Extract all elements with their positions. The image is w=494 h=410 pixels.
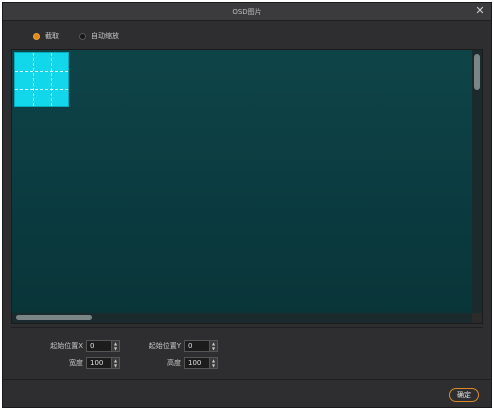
spin-down-icon[interactable]: ▼ [210, 363, 217, 368]
mode-selector: 截取 自动缩放 [3, 21, 491, 49]
vertical-scrollbar[interactable] [472, 50, 482, 315]
dialog-footer: 确定 [3, 379, 491, 409]
spin-arrows: ▲ ▼ [209, 358, 217, 368]
start-x-spinbox[interactable]: ▲ ▼ [86, 340, 120, 352]
height-spinbox[interactable]: ▲ ▼ [184, 357, 218, 369]
start-y-input[interactable] [185, 341, 209, 351]
spin-arrows: ▲ ▼ [111, 341, 119, 351]
image-preview [11, 49, 483, 324]
scroll-corner [472, 313, 482, 323]
width-field: 宽度 ▲ ▼ [23, 357, 120, 369]
crop-parameters: 起始位置X ▲ ▼ 宽度 ▲ ▼ 起始位置Y [11, 327, 483, 377]
grid-line [33, 53, 34, 106]
start-x-input[interactable] [87, 341, 111, 351]
width-spinbox[interactable]: ▲ ▼ [86, 357, 120, 369]
start-y-spinbox[interactable]: ▲ ▼ [184, 340, 218, 352]
height-label: 高度 [167, 359, 181, 367]
radio-auto-scale-label: 自动缩放 [91, 32, 119, 40]
start-x-field: 起始位置X ▲ ▼ [23, 340, 120, 352]
ok-button[interactable]: 确定 [449, 388, 479, 402]
start-y-field: 起始位置Y ▲ ▼ [121, 340, 218, 352]
close-icon[interactable]: ✕ [473, 4, 487, 18]
start-y-label: 起始位置Y [148, 342, 181, 350]
height-input[interactable] [185, 358, 209, 368]
horizontal-scroll-thumb[interactable] [16, 315, 92, 320]
osd-image-dialog: OSD图片 ✕ 截取 自动缩放 起始位置X 0 ▲ ▼ 宽度 100 ▲ ▼ 起… [2, 2, 492, 408]
spin-down-icon[interactable]: ▼ [210, 346, 217, 351]
width-input[interactable] [87, 358, 111, 368]
spin-down-icon[interactable]: ▼ [112, 346, 119, 351]
radio-crop-label: 截取 [45, 32, 59, 40]
window-title: OSD图片 [232, 8, 262, 16]
horizontal-scrollbar[interactable] [12, 313, 474, 323]
preview-canvas[interactable] [12, 50, 474, 315]
vertical-scroll-thumb[interactable] [474, 54, 480, 90]
grid-line [15, 71, 68, 72]
height-field: 高度 ▲ ▼ [121, 357, 218, 369]
radio-auto-scale[interactable]: 自动缩放 [79, 31, 119, 41]
spin-arrows: ▲ ▼ [111, 358, 119, 368]
title-bar: OSD图片 ✕ [3, 3, 491, 21]
spin-down-icon[interactable]: ▼ [112, 363, 119, 368]
radio-unselected-icon [79, 32, 86, 40]
crop-selection-box[interactable] [14, 52, 69, 107]
radio-crop[interactable]: 截取 [33, 31, 59, 41]
width-label: 宽度 [69, 359, 83, 367]
radio-selected-icon [33, 32, 40, 40]
start-x-label: 起始位置X [50, 342, 83, 350]
spin-arrows: ▲ ▼ [209, 341, 217, 351]
grid-line [51, 53, 52, 106]
grid-line [15, 89, 68, 90]
